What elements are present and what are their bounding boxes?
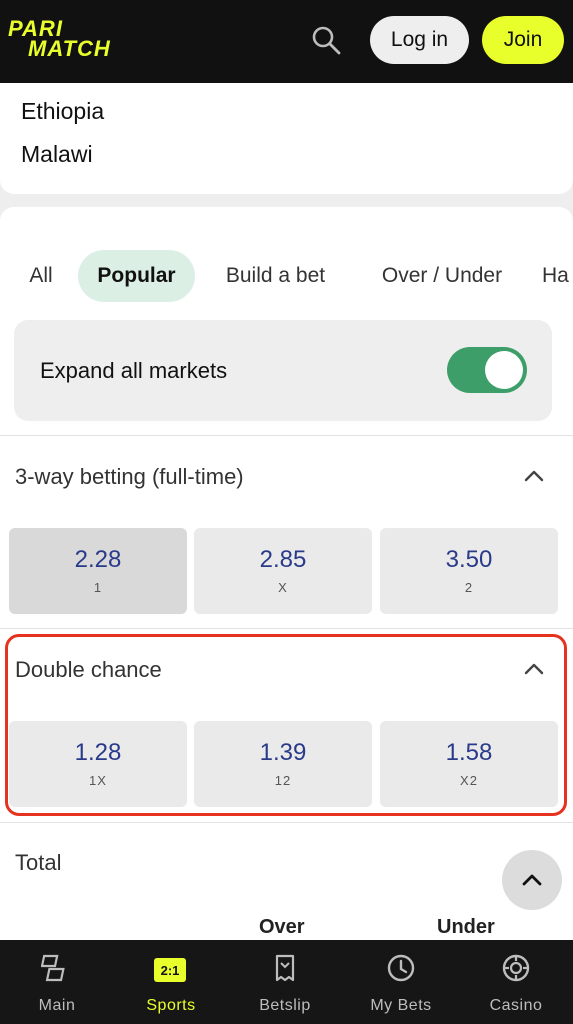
scroll-to-top-button[interactable]	[502, 850, 562, 910]
chevron-up-icon[interactable]	[523, 469, 545, 483]
divider	[0, 435, 573, 436]
expand-all-markets-row: Expand all markets	[14, 320, 552, 421]
main-icon	[41, 954, 65, 982]
nav-label: Betslip	[259, 997, 311, 1014]
join-button[interactable]: Join	[482, 16, 564, 64]
casino-chip-icon	[502, 954, 530, 982]
odd-button-1[interactable]: 2.28 1	[9, 528, 187, 614]
expand-all-toggle[interactable]	[447, 347, 527, 393]
tab-over-under[interactable]: Over / Under	[362, 250, 522, 302]
logo-text-line2: MATCH	[28, 36, 111, 61]
nav-label: My Bets	[370, 997, 432, 1014]
divider	[0, 628, 573, 629]
tab-build-a-bet[interactable]: Build a bet	[208, 250, 343, 302]
odd-value: 3.50	[445, 546, 493, 573]
nav-label: Main	[38, 997, 76, 1014]
bottom-navigation: Main 2:1 Sports Betslip My Bets Casino	[0, 940, 573, 1024]
tab-all[interactable]: All	[14, 250, 68, 302]
odd-label: 2	[464, 580, 474, 595]
market-tabs: All Popular Build a bet Over / Under Ha	[0, 250, 573, 302]
clock-icon	[387, 954, 415, 982]
odd-button-x[interactable]: 2.85 X	[194, 528, 372, 614]
odd-button-2[interactable]: 3.50 2	[380, 528, 558, 614]
odd-value: 2.85	[259, 546, 307, 573]
market-title-3way[interactable]: 3-way betting (full-time)	[15, 464, 244, 490]
match-teams-card: Ethiopia Malawi	[0, 83, 573, 194]
odd-label: 1	[93, 580, 103, 595]
sports-icon: 2:1	[154, 958, 186, 982]
search-icon[interactable]	[310, 24, 342, 56]
login-button[interactable]: Log in	[370, 16, 469, 64]
odd-value: 2.28	[74, 546, 122, 573]
divider	[0, 822, 573, 823]
chevron-up-icon	[522, 874, 542, 886]
nav-sports[interactable]: 2:1 Sports	[114, 940, 228, 1024]
expand-all-label: Expand all markets	[40, 358, 228, 383]
tab-handicap-partial[interactable]: Ha	[542, 250, 573, 302]
team-home: Ethiopia	[21, 98, 105, 124]
odd-label: X	[278, 580, 288, 595]
highlight-outline	[5, 634, 567, 816]
nav-my-bets[interactable]: My Bets	[344, 940, 458, 1024]
nav-label: Casino	[489, 997, 543, 1014]
sports-badge-text: 2:1	[160, 962, 180, 978]
toggle-knob	[485, 351, 523, 389]
nav-label: Sports	[146, 997, 196, 1014]
total-column-under: Under	[437, 916, 495, 938]
top-header: PARI MATCH Log in Join	[0, 0, 573, 83]
total-column-over: Over	[259, 916, 305, 938]
team-away: Malawi	[21, 141, 93, 167]
nav-casino[interactable]: Casino	[459, 940, 573, 1024]
parimatch-logo[interactable]: PARI MATCH	[8, 18, 132, 62]
nav-main[interactable]: Main	[0, 940, 114, 1024]
betslip-icon	[275, 954, 295, 982]
market-title-total[interactable]: Total	[15, 850, 61, 876]
nav-betslip[interactable]: Betslip	[228, 940, 342, 1024]
tab-popular[interactable]: Popular	[78, 250, 195, 302]
